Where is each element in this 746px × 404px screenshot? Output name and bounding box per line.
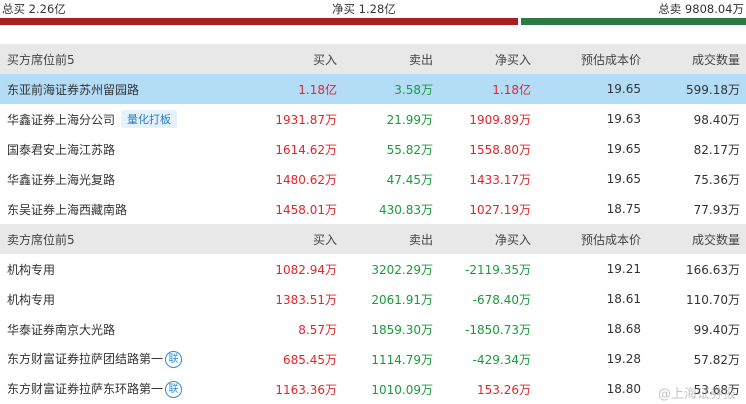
- seat-name[interactable]: 华鑫证券上海光复路: [0, 164, 215, 194]
- sell-amount: 2061.91万: [371, 292, 433, 307]
- col-volume-header: 成交数量: [641, 44, 746, 74]
- buy-amount: 1383.51万: [275, 292, 337, 307]
- sell-amount: 55.82万: [386, 142, 433, 157]
- net-amount: 1.18亿: [433, 74, 531, 104]
- buy-amount: 1163.36万: [275, 382, 337, 397]
- buy-amount: 685.45万: [283, 352, 337, 367]
- sell-amount: 3.58万: [337, 74, 433, 104]
- est-cost: 19.21: [606, 262, 641, 276]
- sell-ratio-bar: [521, 18, 746, 25]
- seat-name[interactable]: 东方财富证券拉萨东环路第一: [7, 382, 163, 396]
- volume: 75.36万: [693, 172, 740, 187]
- buy-section-title: 买方席位前5: [0, 44, 215, 74]
- table-row[interactable]: 机构专用 1383.51万 2061.91万 -678.40万 18.61 11…: [0, 284, 746, 314]
- sell-amount: 430.83万: [379, 202, 433, 217]
- net-amount: 1027.19万: [469, 202, 531, 217]
- volume: 110.70万: [686, 292, 740, 307]
- col-buy-header: 买入: [215, 44, 337, 74]
- net-amount: -429.34万: [472, 352, 531, 367]
- col-net-header: 净买入: [433, 44, 531, 74]
- col-buy-header: 买入: [215, 224, 337, 254]
- net-amount: 1433.17万: [469, 172, 531, 187]
- seat-name[interactable]: 东亚前海证券苏州留园路: [0, 74, 215, 104]
- table-row[interactable]: 东吴证券上海西藏南路 1458.01万 430.83万 1027.19万 18.…: [0, 194, 746, 224]
- volume: 98.40万: [693, 112, 740, 127]
- summary-bar: 总买 2.26亿 净买 1.28亿 总卖 9808.04万: [0, 0, 746, 28]
- sell-amount: 21.99万: [386, 112, 433, 127]
- table-row[interactable]: 东亚前海证券苏州留园路 1.18亿 3.58万 1.18亿 19.65 599.…: [0, 74, 746, 104]
- table-row[interactable]: 华鑫证券上海光复路 1480.62万 47.45万 1433.17万 19.65…: [0, 164, 746, 194]
- net-amount: 1909.89万: [469, 112, 531, 127]
- seat-name[interactable]: 华鑫证券上海分公司: [7, 113, 115, 127]
- sell-amount: 1859.30万: [371, 322, 433, 337]
- volume: 599.18万: [641, 74, 746, 104]
- table-row[interactable]: 国泰君安上海江苏路 1614.62万 55.82万 1558.80万 19.65…: [0, 134, 746, 164]
- table-row[interactable]: 华泰证券南京大光路 8.57万 1859.30万 -1850.73万 18.68…: [0, 314, 746, 344]
- buy-amount: 1458.01万: [275, 202, 337, 217]
- quant-tag[interactable]: 量化打板: [121, 110, 178, 128]
- buy-amount: 1.18亿: [215, 74, 337, 104]
- net-amount: 153.26万: [477, 382, 531, 397]
- buy-ratio-bar: [0, 18, 518, 25]
- col-sell-header: 卖出: [337, 44, 433, 74]
- est-cost: 19.65: [606, 172, 641, 186]
- est-cost: 18.75: [606, 202, 641, 216]
- linked-seat-icon[interactable]: 联: [165, 351, 183, 368]
- watermark: @上海证券报: [657, 387, 736, 402]
- table-row[interactable]: 机构专用 1082.94万 3202.29万 -2119.35万 19.21 1…: [0, 254, 746, 284]
- buy-amount: 8.57万: [298, 322, 337, 337]
- sell-section-header: 卖方席位前5 买入 卖出 净买入 预估成本价 成交数量: [0, 224, 746, 254]
- net-amount: -2119.35万: [465, 262, 531, 277]
- volume: 57.82万: [693, 352, 740, 367]
- col-net-header: 净买入: [433, 224, 531, 254]
- seat-name[interactable]: 国泰君安上海江苏路: [0, 134, 215, 164]
- est-cost: 19.28: [606, 352, 641, 366]
- seat-name[interactable]: 东吴证券上海西藏南路: [0, 194, 215, 224]
- sell-section-title: 卖方席位前5: [0, 224, 215, 254]
- table-row[interactable]: 东方财富证券拉萨东环路第一联 1163.36万 1010.09万 153.26万…: [0, 374, 746, 404]
- est-cost: 18.61: [606, 292, 641, 306]
- col-cost-header: 预估成本价: [531, 44, 641, 74]
- seat-name[interactable]: 华泰证券南京大光路: [0, 314, 215, 344]
- net-amount: -678.40万: [472, 292, 531, 307]
- est-cost: 18.80: [606, 382, 641, 396]
- est-cost: 19.65: [606, 142, 641, 156]
- volume: 82.17万: [693, 142, 740, 157]
- est-cost: 19.63: [606, 112, 641, 126]
- net-amount: -1850.73万: [465, 322, 531, 337]
- sell-amount: 47.45万: [386, 172, 433, 187]
- linked-seat-icon[interactable]: 联: [165, 381, 183, 398]
- seat-name[interactable]: 机构专用: [0, 254, 215, 284]
- col-cost-header: 预估成本价: [531, 224, 641, 254]
- volume: 166.63万: [686, 262, 740, 277]
- volume: 99.40万: [693, 322, 740, 337]
- net-amount: 1558.80万: [469, 142, 531, 157]
- net-buy-label: 净买 1.28亿: [332, 2, 396, 16]
- buy-amount: 1614.62万: [275, 142, 337, 157]
- dragon-tiger-table: 买方席位前5 买入 卖出 净买入 预估成本价 成交数量 东亚前海证券苏州留园路 …: [0, 44, 746, 404]
- total-buy-label: 总买 2.26亿: [2, 2, 66, 16]
- est-cost: 19.65: [531, 74, 641, 104]
- sell-amount: 3202.29万: [371, 262, 433, 277]
- col-volume-header: 成交数量: [641, 224, 746, 254]
- buy-amount: 1931.87万: [275, 112, 337, 127]
- buy-section-header: 买方席位前5 买入 卖出 净买入 预估成本价 成交数量: [0, 44, 746, 74]
- seat-name[interactable]: 东方财富证券拉萨团结路第一: [7, 352, 163, 366]
- table-row[interactable]: 华鑫证券上海分公司 量化打板 1931.87万 21.99万 1909.89万 1…: [0, 104, 746, 134]
- total-sell-label: 总卖 9808.04万: [658, 2, 744, 16]
- col-sell-header: 卖出: [337, 224, 433, 254]
- table-row[interactable]: 东方财富证券拉萨团结路第一联 685.45万 1114.79万 -429.34万…: [0, 344, 746, 374]
- sell-amount: 1010.09万: [371, 382, 433, 397]
- buy-amount: 1480.62万: [275, 172, 337, 187]
- est-cost: 18.68: [606, 322, 641, 336]
- buy-amount: 1082.94万: [275, 262, 337, 277]
- sell-amount: 1114.79万: [371, 352, 433, 367]
- volume: 77.93万: [693, 202, 740, 217]
- seat-name[interactable]: 机构专用: [0, 284, 215, 314]
